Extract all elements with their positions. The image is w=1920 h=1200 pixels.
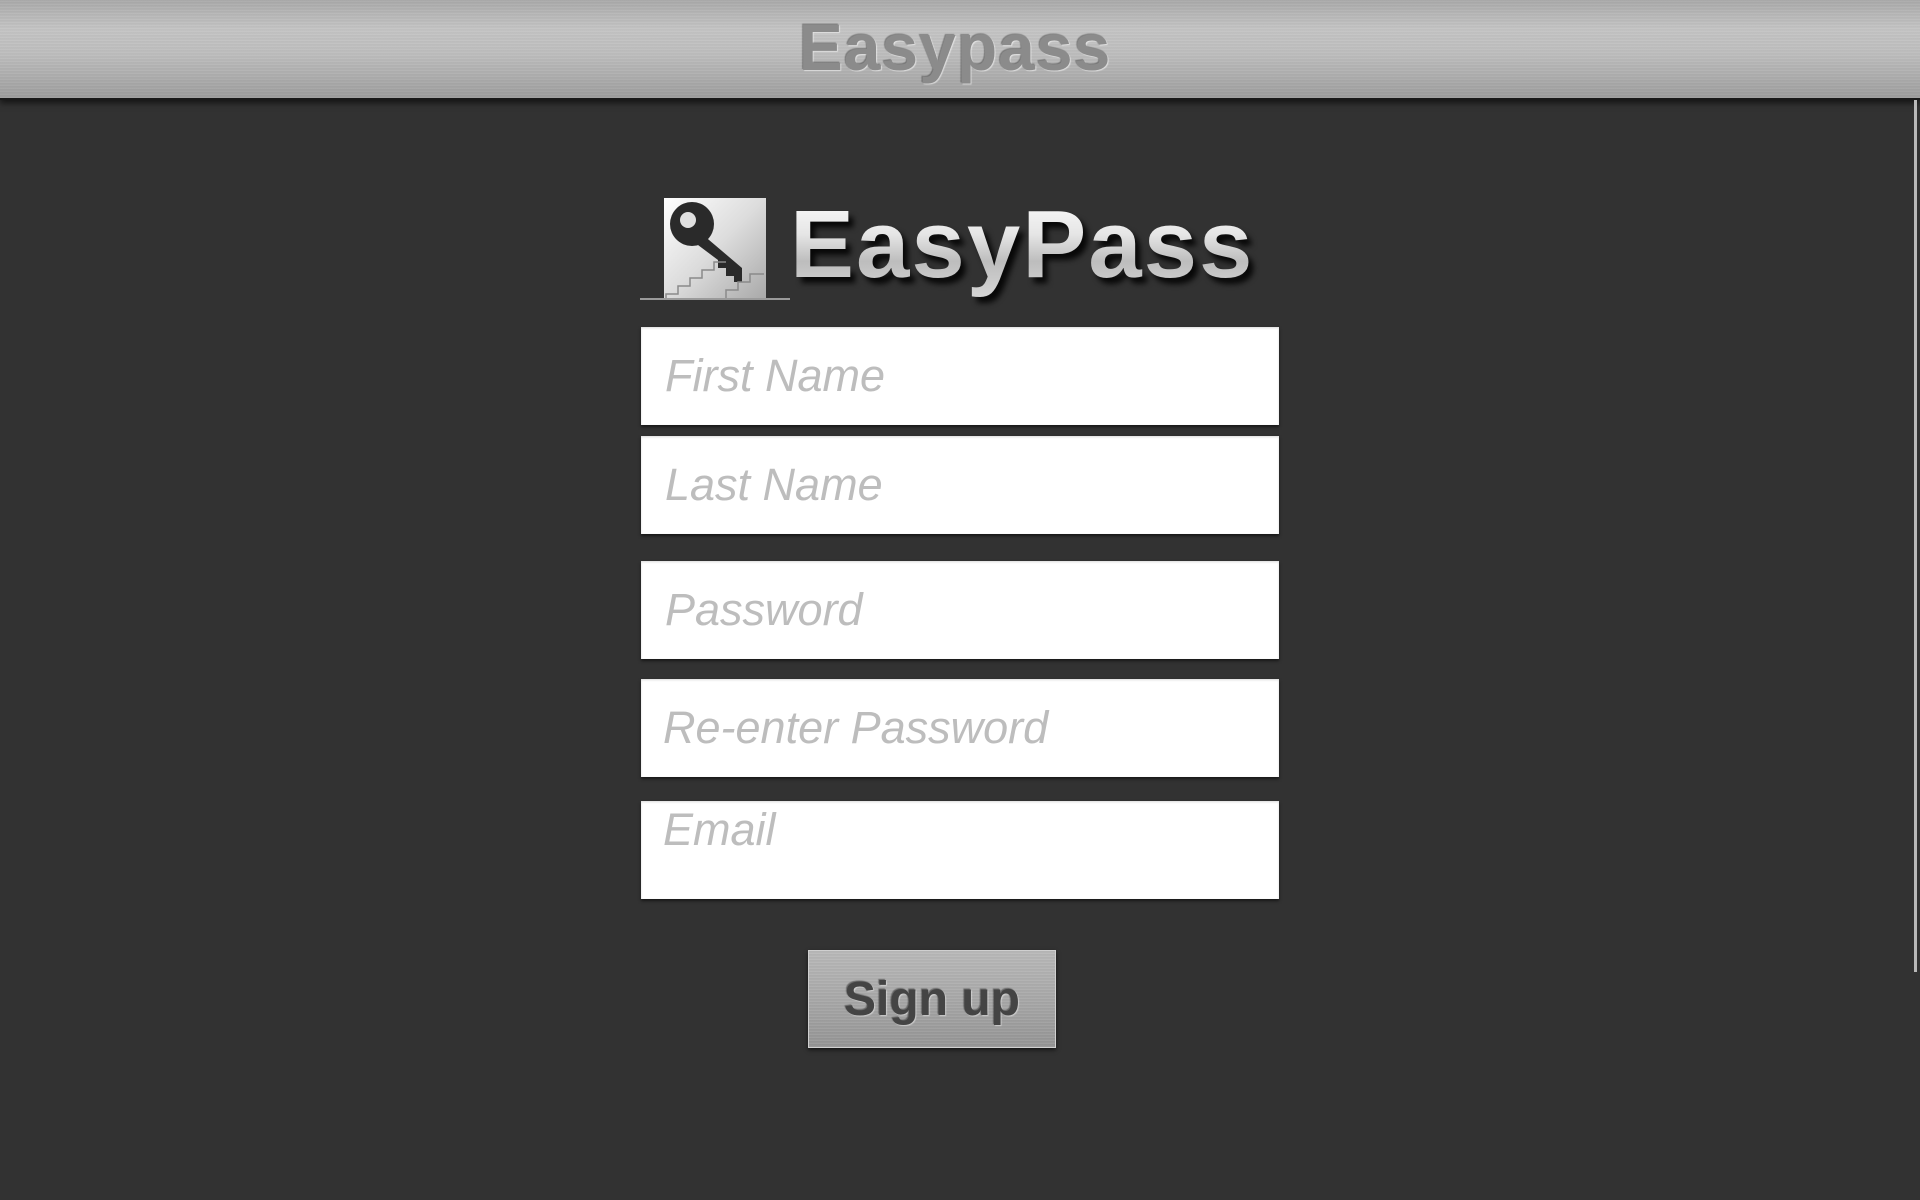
- reenter-password-field[interactable]: [641, 679, 1279, 777]
- logo-underline: [640, 298, 790, 300]
- last-name-field[interactable]: [641, 436, 1279, 534]
- first-name-field[interactable]: [641, 327, 1279, 425]
- title-bar: Easypass: [0, 0, 1920, 100]
- sign-up-button[interactable]: Sign up: [808, 950, 1056, 1048]
- scrollbar[interactable]: [1914, 100, 1917, 972]
- password-field[interactable]: [641, 561, 1279, 659]
- app-logo: EasyPass: [640, 191, 1290, 300]
- email-field[interactable]: [641, 801, 1279, 899]
- logo-wordmark: EasyPass: [790, 191, 1255, 298]
- key-stairs-icon: [664, 198, 766, 300]
- window-title: Easypass: [798, 10, 1112, 84]
